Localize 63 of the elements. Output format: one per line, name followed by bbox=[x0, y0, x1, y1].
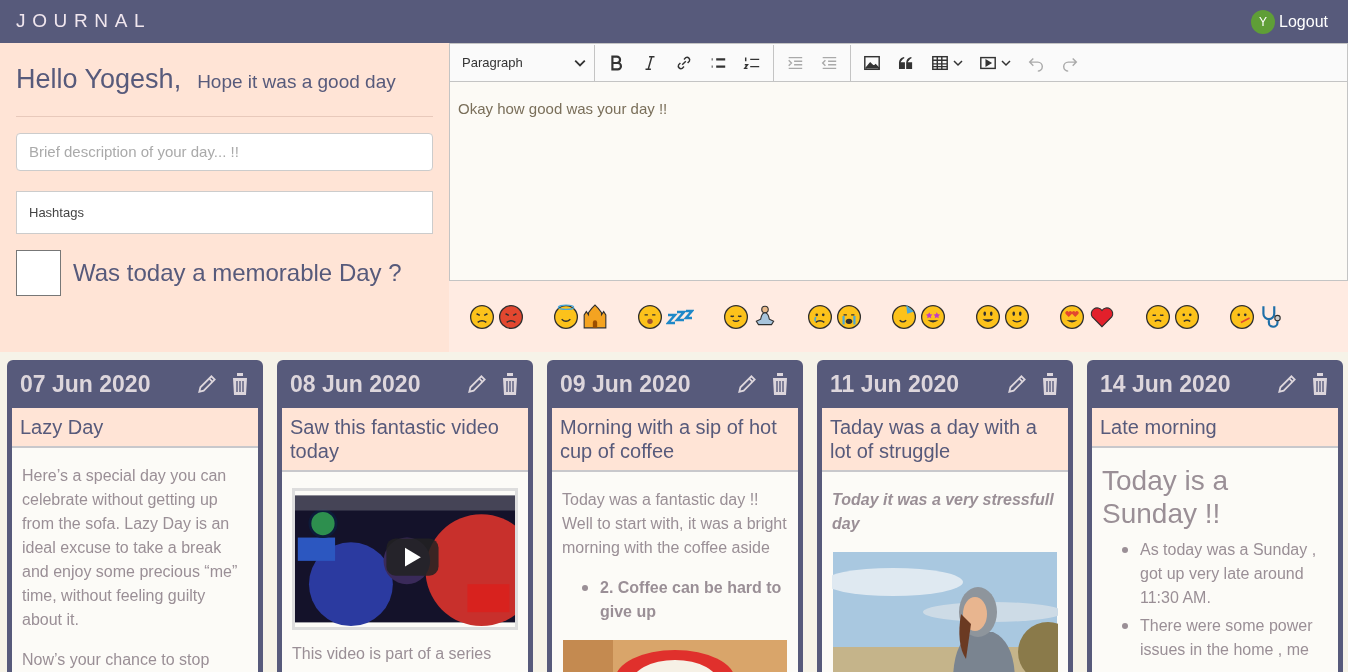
insert-image-icon bbox=[863, 53, 881, 72]
entry-date: 08 Jun 2020 bbox=[290, 369, 421, 399]
entry-title: Taday was a day with a lot of struggle bbox=[822, 408, 1068, 472]
insert-table-icon bbox=[931, 53, 949, 72]
entry-text: This video is part of a series bbox=[292, 644, 493, 664]
entry-text: Here’s a special day you can celebrate without getting up from the sofa. Lazy Day is an ideal excuse to take a break and enjoy some precious “me” time, without feeling guilty about it. bbox=[22, 466, 239, 630]
caret-icon bbox=[1001, 57, 1011, 68]
brand-logo[interactable]: JOURNAL bbox=[16, 7, 152, 36]
entry-date: 11 Jun 2020 bbox=[830, 369, 960, 399]
memorable-checkbox[interactable] bbox=[16, 249, 61, 296]
entry-heading: Today is a Sunday !! bbox=[1102, 464, 1230, 530]
entry-title: Lazy Day bbox=[12, 408, 258, 448]
editor-content[interactable]: Okay how good was your day !! bbox=[450, 82, 1347, 280]
delete-icon[interactable] bbox=[1040, 372, 1060, 396]
star-eyes-face-icon[interactable] bbox=[920, 303, 946, 330]
entry-title: Saw this fantastic video today bbox=[282, 408, 528, 472]
crying-face-icon[interactable] bbox=[836, 303, 862, 330]
user-avatar[interactable]: Y bbox=[1251, 9, 1276, 34]
entry-date: 07 Jun 2020 bbox=[20, 369, 151, 399]
entry-title: Morning with a sip of hot cup of coffee bbox=[552, 408, 798, 472]
halo-face-icon[interactable] bbox=[553, 303, 579, 330]
entry-text: Now’s your chance to stop bbox=[22, 650, 211, 670]
party-face-icon[interactable] bbox=[891, 303, 917, 330]
yawning-face-icon[interactable] bbox=[637, 303, 663, 330]
logout-link[interactable]: Logout bbox=[1279, 9, 1328, 34]
memorable-label: Was today a memorable Day ? bbox=[73, 257, 402, 288]
worried-face-icon[interactable] bbox=[1174, 303, 1200, 330]
entry-text: Today was a fantastic day !! Well to start with, it was a bright morning with the coffee aside bbox=[562, 490, 788, 558]
list-item-text: As today was a Sunday , got up very late around 11:30 AM. bbox=[1140, 540, 1318, 608]
greeting-subtitle: Hope it was a good day bbox=[197, 70, 396, 94]
bullet-icon bbox=[582, 585, 588, 591]
description-field[interactable]: Brief description of your day... !! bbox=[16, 132, 433, 171]
pensive-face-icon[interactable] bbox=[1145, 303, 1171, 330]
edit-icon[interactable] bbox=[736, 373, 758, 395]
castle-icon[interactable] bbox=[582, 303, 608, 330]
grinning-face-icon[interactable] bbox=[975, 303, 1001, 330]
angry-face-icon[interactable] bbox=[498, 303, 524, 330]
hashtags-field[interactable]: Hashtags bbox=[16, 190, 433, 234]
heart-eyes-face-icon[interactable] bbox=[1059, 303, 1085, 330]
edit-icon[interactable] bbox=[466, 373, 488, 395]
greeting-title: Hello Yogesh, bbox=[16, 63, 182, 96]
relieved-face-icon[interactable] bbox=[723, 303, 749, 330]
bullet-icon bbox=[1122, 547, 1128, 553]
list-item-text: There were some power issues in the home , me bbox=[1140, 616, 1314, 660]
delete-icon[interactable] bbox=[770, 372, 790, 396]
block-format-dropdown[interactable]: Paragraph bbox=[450, 44, 595, 81]
smiling-face-icon[interactable] bbox=[1004, 303, 1030, 330]
caret-icon bbox=[953, 57, 963, 68]
edit-icon[interactable] bbox=[1006, 373, 1028, 395]
entry-date: 09 Jun 2020 bbox=[560, 369, 691, 399]
delete-icon[interactable] bbox=[1310, 372, 1330, 396]
edit-icon[interactable] bbox=[196, 373, 218, 395]
angry-face-icon[interactable] bbox=[469, 303, 495, 330]
list-item-text: 2. Coffee can be hard to give up bbox=[600, 578, 783, 622]
entry-text: Today it was a very stressfull day bbox=[832, 490, 1055, 534]
sad-face-icon[interactable] bbox=[807, 303, 833, 330]
entry-title: Late morning bbox=[1092, 408, 1338, 448]
bullet-icon bbox=[1122, 623, 1128, 629]
delete-icon[interactable] bbox=[500, 372, 520, 396]
edit-icon[interactable] bbox=[1276, 373, 1298, 395]
thermometer-face-icon[interactable] bbox=[1229, 303, 1255, 330]
entry-date: 14 Jun 2020 bbox=[1100, 369, 1231, 399]
delete-icon[interactable] bbox=[230, 372, 250, 396]
